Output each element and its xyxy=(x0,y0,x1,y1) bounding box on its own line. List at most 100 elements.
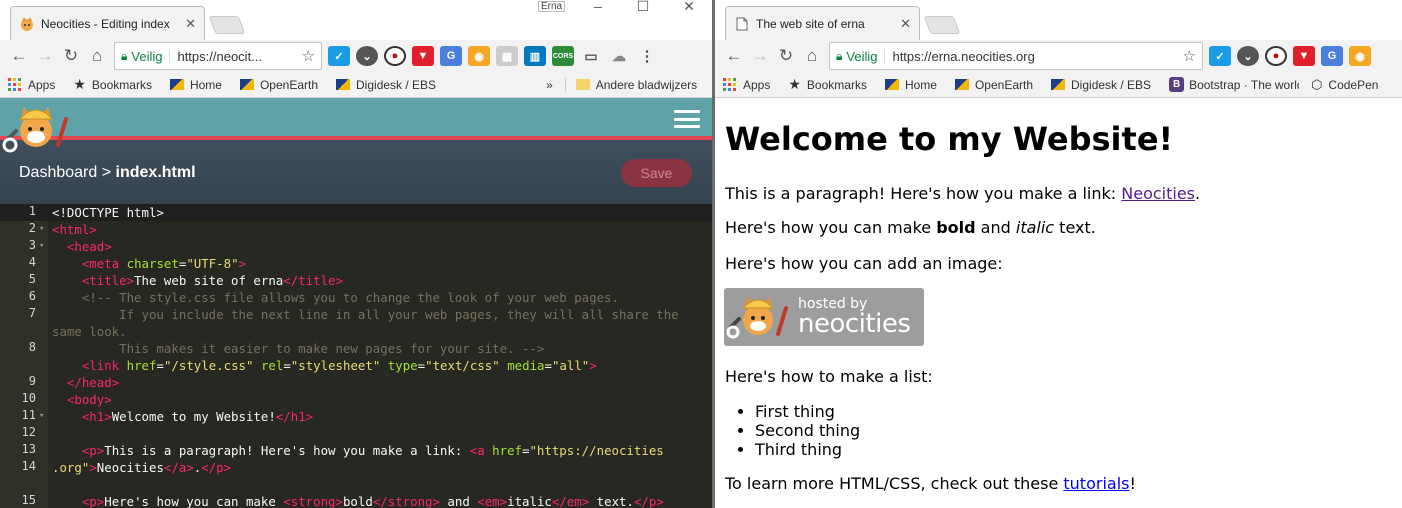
bookmark-bookmarks[interactable]: ★ Bookmarks xyxy=(73,76,152,93)
bookmark-openearth[interactable]: OpenEarth xyxy=(239,78,318,92)
reload-button[interactable]: ↻ xyxy=(773,43,799,69)
bookmark-label: Andere bladwijzers xyxy=(595,77,698,92)
shield-extension-icon[interactable]: ▼ xyxy=(412,46,434,66)
bookmark-apps[interactable]: Apps xyxy=(8,78,55,92)
bookmark-star-icon[interactable]: ☆ xyxy=(1183,47,1196,65)
hamburger-menu-icon[interactable] xyxy=(674,110,700,128)
privacy-extension-icon[interactable]: ● xyxy=(1265,46,1287,66)
code-line: This makes it easier to make new pages f… xyxy=(52,341,545,356)
star-icon: ★ xyxy=(73,76,86,92)
minimize-button[interactable]: – xyxy=(578,0,618,13)
text: To learn more HTML/CSS, check out these xyxy=(725,474,1064,493)
bookmark-digidesk[interactable]: Digidesk / EBS xyxy=(336,78,436,92)
cors-extension-icon[interactable]: CORS xyxy=(552,46,574,66)
forward-button[interactable]: → xyxy=(747,43,773,69)
folder-icon xyxy=(575,79,590,90)
text: text. xyxy=(1054,218,1096,237)
neocities-link[interactable]: Neocities xyxy=(1121,184,1195,203)
page-icon xyxy=(734,16,750,32)
right-browser-window: The web site of erna ✕ ← → ↻ ⌂ 🔒︎ Veilig… xyxy=(715,0,1402,508)
rss-extension-icon[interactable]: ◉ xyxy=(468,46,490,66)
bookmark-label: Digidesk / EBS xyxy=(1071,77,1152,92)
bookmark-home[interactable]: Home xyxy=(884,77,937,92)
tab-erna-site[interactable]: The web site of erna ✕ xyxy=(725,6,920,40)
line-number: 2 xyxy=(28,221,36,235)
fold-arrow-icon[interactable]: ▾ xyxy=(39,224,44,234)
cast-icon[interactable]: ▭ xyxy=(580,46,602,66)
left-browser-window: Neocities - Editing index ✕ Erna – ☐ ✕ ←… xyxy=(0,0,712,508)
code-line: .org">Neocities</a>.</p> xyxy=(52,460,232,475)
text: This is a paragraph! Here's how you make… xyxy=(725,184,1122,203)
bookmarks-overflow-button[interactable]: » xyxy=(546,78,553,92)
back-button[interactable]: ← xyxy=(721,43,747,69)
page-heading: Welcome to my Website! xyxy=(725,120,1174,158)
new-tab-button[interactable] xyxy=(208,16,246,34)
bookmark-star-icon[interactable]: ☆ xyxy=(302,47,315,65)
tab-close-icon[interactable]: ✕ xyxy=(185,16,196,32)
fold-arrow-icon[interactable]: ▾ xyxy=(39,411,44,421)
privacy-extension-icon[interactable]: ● xyxy=(384,46,406,66)
tab-strip: The web site of erna ✕ xyxy=(715,0,1402,40)
list-item: Third thing xyxy=(755,440,860,459)
fold-arrow-icon[interactable]: ▾ xyxy=(39,241,44,251)
checkbox-extension-icon[interactable]: ✓ xyxy=(1209,46,1231,66)
shield-extension-icon[interactable]: ▼ xyxy=(1293,46,1315,66)
bookmark-digidesk[interactable]: Digidesk / EBS xyxy=(1051,78,1151,92)
bold-text: bold xyxy=(936,218,976,237)
maximize-button[interactable]: ☐ xyxy=(623,0,663,13)
bookmark-bookmarks[interactable]: ★ Bookmarks xyxy=(788,76,867,93)
tab-neocities-editor[interactable]: Neocities - Editing index ✕ xyxy=(10,6,205,40)
pocket-extension-icon[interactable]: ⌄ xyxy=(1237,46,1259,66)
rendered-web-page: Welcome to my Website! This is a paragra… xyxy=(715,98,1402,508)
forward-button[interactable]: → xyxy=(32,43,58,69)
bookmark-bootstrap[interactable]: B Bootstrap · The world xyxy=(1169,77,1299,92)
pocket-extension-icon[interactable]: ⌄ xyxy=(356,46,378,66)
tutorials-link[interactable]: tutorials xyxy=(1063,474,1129,493)
bookmark-codepen[interactable]: ⬡ CodePen xyxy=(1311,77,1378,93)
close-window-button[interactable]: ✕ xyxy=(669,0,709,13)
line-number: 8 xyxy=(28,340,36,354)
translate-extension-icon[interactable]: G xyxy=(1321,46,1343,66)
site-favicon-icon xyxy=(884,79,899,90)
line-number: 14 xyxy=(21,459,36,473)
neocities-logo[interactable] xyxy=(2,101,72,157)
home-button[interactable]: ⌂ xyxy=(799,43,825,69)
bookmark-label: Apps xyxy=(28,77,56,92)
save-button[interactable]: Save xyxy=(621,159,692,187)
cloud-extension-icon[interactable]: ☁ xyxy=(608,46,630,66)
checkbox-extension-icon[interactable]: ✓ xyxy=(328,46,350,66)
bookmark-label: Apps xyxy=(743,77,771,92)
browser-toolbar: ← → ↻ ⌂ 🔒︎ Veilig https://neocit... ☆ ✓ … xyxy=(0,40,712,72)
other-bookmarks-folder[interactable]: Andere bladwijzers xyxy=(564,77,698,92)
bookmark-label: Bookmarks xyxy=(806,77,867,92)
trello-extension-icon[interactable]: ▥ xyxy=(524,46,546,66)
address-bar[interactable]: 🔒︎ Veilig https://neocit... ☆ xyxy=(114,42,322,70)
menu-dots-icon[interactable]: ⋮ xyxy=(636,46,658,66)
bookmark-apps[interactable]: Apps xyxy=(723,78,770,92)
site-favicon-icon xyxy=(954,79,969,90)
grid-extension-icon[interactable]: ▦ xyxy=(496,46,518,66)
code-line: <head> xyxy=(66,239,112,254)
breadcrumb: Dashboard > index.html xyxy=(19,164,196,182)
tab-close-icon[interactable]: ✕ xyxy=(900,16,911,32)
user-profile-label[interactable]: Erna xyxy=(538,1,566,12)
rss-extension-icon[interactable]: ◉ xyxy=(1349,46,1371,66)
new-tab-button[interactable] xyxy=(923,16,961,34)
bookmark-label: Home xyxy=(904,77,937,92)
translate-extension-icon[interactable]: G xyxy=(440,46,462,66)
reload-button[interactable]: ↻ xyxy=(58,43,84,69)
address-bar[interactable]: 🔒︎ Veilig https://erna.neocities.org ☆ xyxy=(829,42,1203,70)
breadcrumb-dashboard-link[interactable]: Dashboard xyxy=(19,164,97,181)
back-button[interactable]: ← xyxy=(6,43,32,69)
code-line: <meta charset="UTF-8"> xyxy=(81,256,246,271)
browser-toolbar: ← → ↻ ⌂ 🔒︎ Veilig https://erna.neocities… xyxy=(715,40,1402,72)
bullet-list: First thing Second thing Third thing xyxy=(755,402,860,459)
code-line: </head> xyxy=(66,375,120,390)
home-button[interactable]: ⌂ xyxy=(84,43,110,69)
bookmark-home[interactable]: Home xyxy=(169,78,222,92)
bookmark-openearth[interactable]: OpenEarth xyxy=(954,78,1033,92)
code-editor[interactable]: 12▾3▾4567891011▾1213141516 <!DOCTYPE htm… xyxy=(0,204,712,508)
apps-grid-icon xyxy=(723,78,736,91)
